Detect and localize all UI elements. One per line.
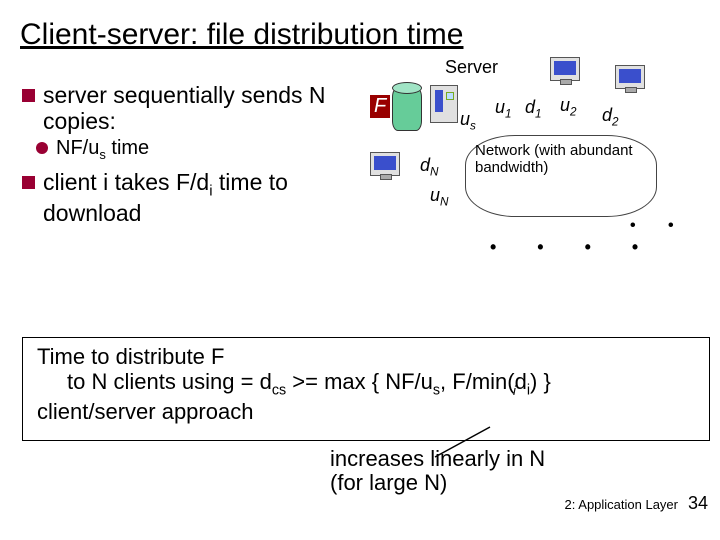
bullet-2: client i takes F/di time to download — [22, 169, 362, 226]
bullet-1-text: server sequentially sends N copies: — [43, 82, 362, 135]
file-cylinder-icon — [392, 87, 422, 131]
cloud-text: Network (with abundant bandwidth) — [475, 143, 655, 176]
ellipsis-dots: • • — [630, 217, 688, 235]
uN-label: uN — [430, 185, 448, 209]
bullet-2-text: client i takes F/di time to download — [43, 169, 362, 226]
b2-pre: client i takes F/d — [43, 169, 209, 195]
formula-left: to N clients using — [67, 369, 235, 394]
formula-box: Time to distribute F to N clients using … — [22, 337, 710, 441]
file-F-label: F — [370, 95, 390, 118]
note-text: increases linearly in N (for large N) — [330, 447, 650, 495]
nfus-pre: NF/u — [56, 137, 99, 159]
formula-line1: Time to distribute F — [37, 344, 701, 369]
u1-label: u1 — [495, 97, 512, 121]
network-diagram: Server F us u1 d1 u2 d2 dN uN Network (w… — [370, 57, 700, 277]
client-monitor-icon — [615, 65, 645, 89]
bullet-circle-icon — [36, 142, 48, 154]
footer-page-number: 34 — [688, 493, 708, 514]
client-monitor-icon — [370, 152, 400, 176]
ellipsis-dots: • • • • — [490, 237, 656, 258]
slide-body: server sequentially sends N copies: NF/u… — [0, 52, 720, 522]
us-label: us — [460, 109, 476, 133]
slide-title: Client-server: file distribution time — [0, 0, 720, 52]
d2-label: d2 — [602, 105, 619, 129]
client-monitor-icon — [550, 57, 580, 81]
note-line2: (for large N) — [330, 471, 650, 495]
u2-label: u2 — [560, 95, 577, 119]
bullet-list: server sequentially sends N copies: NF/u… — [22, 82, 362, 228]
min-subscript-i: i — [513, 383, 516, 398]
note-line1: increases linearly in N — [330, 447, 650, 471]
dN-label: dN — [420, 155, 438, 179]
formula-equation: = dcs >= max { NF/us, F/min(di) } — [241, 369, 557, 394]
bullet-1-sub: NF/us time — [22, 137, 362, 163]
server-label: Server — [445, 57, 498, 78]
footer-chapter: 2: Application Layer — [565, 497, 678, 512]
d1-label: d1 — [525, 97, 542, 121]
server-icon — [430, 85, 458, 123]
bullet-square-icon — [22, 89, 35, 102]
formula-line2: to N clients using = dcs >= max { NF/us,… — [67, 369, 701, 399]
bullet-1: server sequentially sends N copies: — [22, 82, 362, 135]
nfus-post: time — [106, 137, 149, 159]
formula-line3: client/server approach — [37, 399, 701, 424]
bullet-square-icon — [22, 176, 35, 189]
bullet-1-sub-text: NF/us time — [56, 137, 149, 163]
